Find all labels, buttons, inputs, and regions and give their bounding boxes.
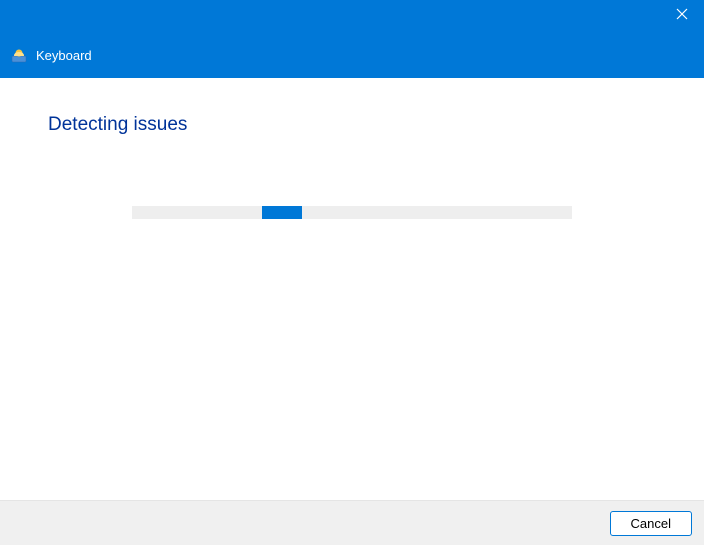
close-button[interactable] bbox=[659, 0, 704, 32]
progress-indicator bbox=[262, 206, 302, 219]
page-heading: Detecting issues bbox=[48, 114, 656, 136]
cancel-button[interactable]: Cancel bbox=[610, 511, 692, 536]
header-bar: Keyboard bbox=[0, 32, 704, 78]
close-icon bbox=[676, 7, 688, 25]
progress-bar bbox=[132, 206, 572, 219]
content-area: Detecting issues bbox=[0, 78, 704, 500]
header-title: Keyboard bbox=[36, 48, 92, 63]
progress-container bbox=[48, 206, 656, 219]
footer-bar: Cancel bbox=[0, 500, 704, 545]
titlebar bbox=[0, 0, 704, 32]
troubleshooter-icon bbox=[10, 46, 28, 64]
